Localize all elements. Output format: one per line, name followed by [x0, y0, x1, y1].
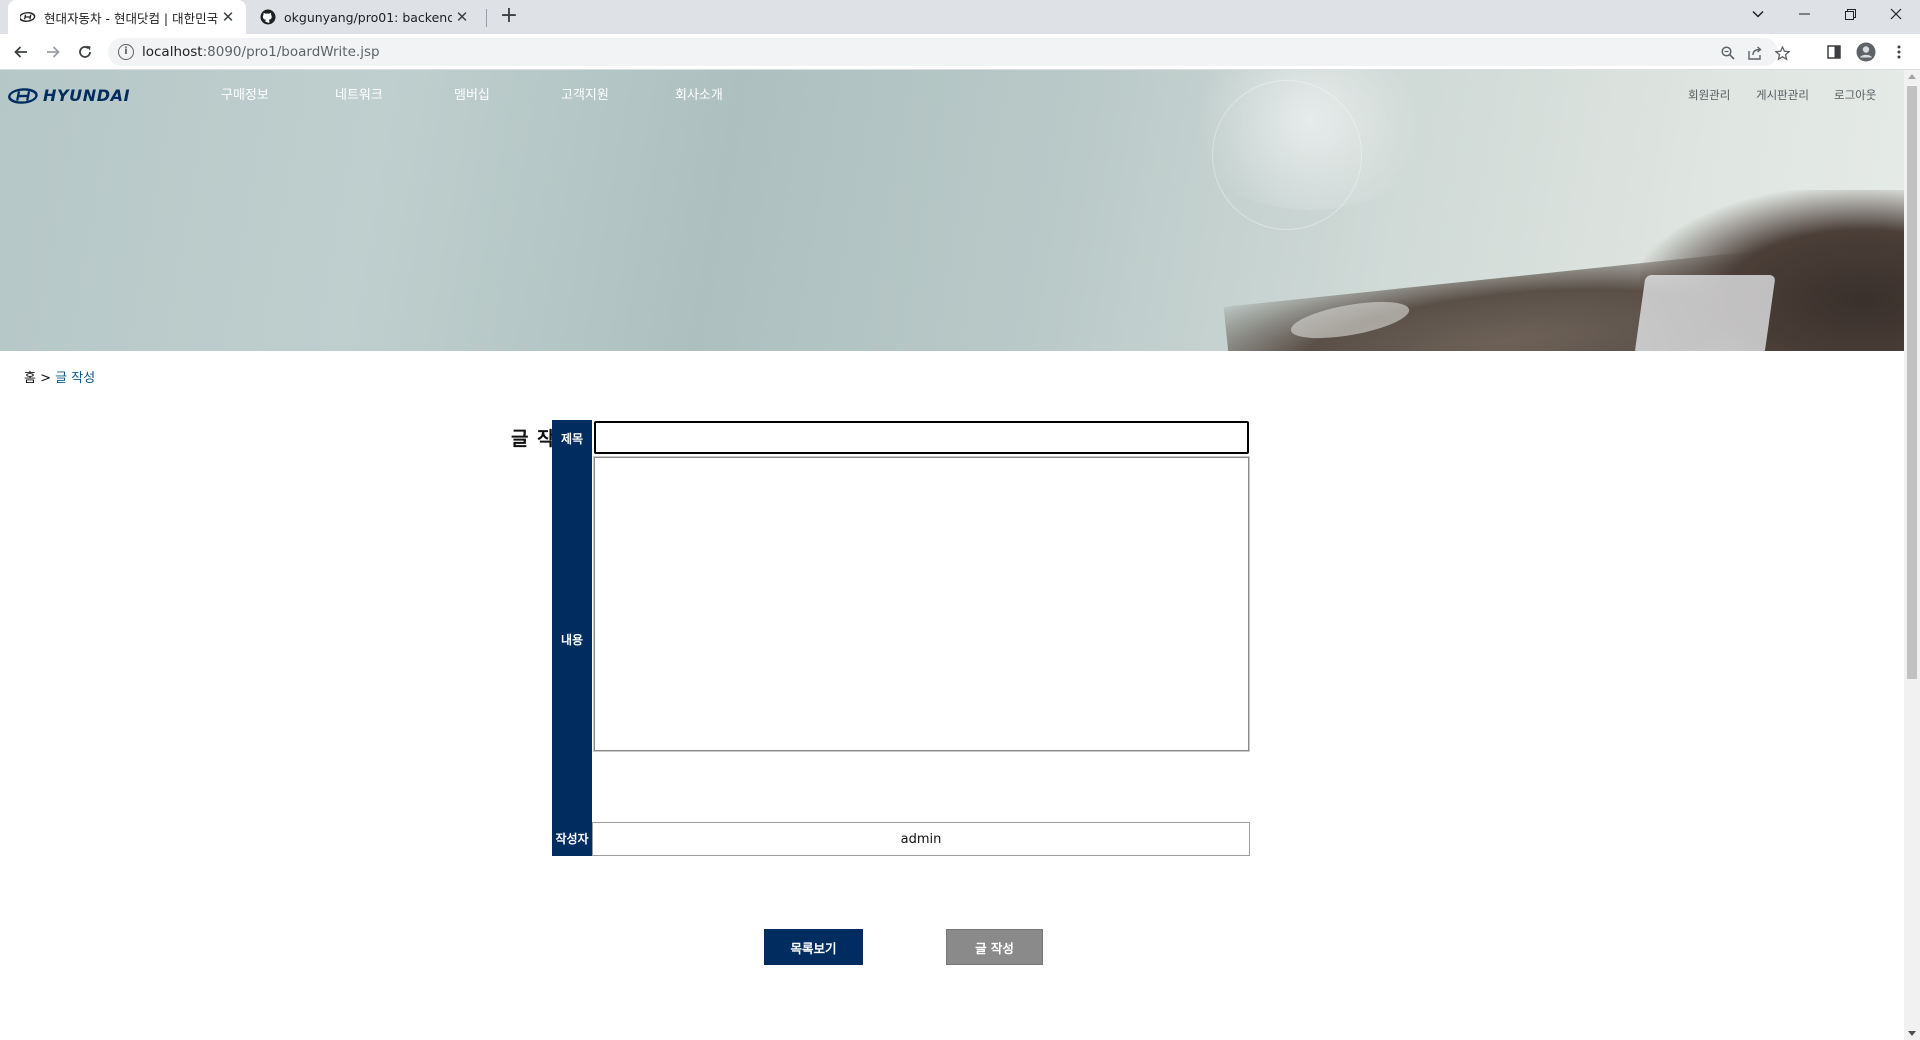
url-host: localhost — [142, 44, 203, 60]
hyundai-logo[interactable]: HYUNDAI — [8, 86, 130, 105]
write-submit-button[interactable]: 글 작성 — [946, 929, 1043, 965]
forward-arrow-icon[interactable] — [40, 39, 66, 65]
menu-kebab-icon[interactable] — [1888, 41, 1910, 63]
url-path: :8090/pro1/boardWrite.jsp — [202, 44, 380, 60]
close-tab-icon[interactable]: ✕ — [218, 7, 238, 27]
restore-icon[interactable] — [1828, 0, 1872, 28]
zoom-icon[interactable] — [1718, 43, 1738, 63]
reload-icon[interactable] — [72, 39, 98, 65]
close-tab-icon[interactable]: ✕ — [452, 7, 472, 27]
content-textarea[interactable] — [593, 456, 1250, 752]
content-label: 내용 — [552, 456, 592, 822]
browser-tab-active[interactable]: 현대자동차 - 현대닷컴 | 대한민국 ✕ — [8, 0, 246, 34]
writer-value: admin — [592, 822, 1250, 856]
scroll-down-arrow-icon[interactable] — [1908, 1031, 1916, 1036]
nav-item-membership[interactable]: 멤버십 — [454, 84, 490, 103]
title-input[interactable] — [594, 421, 1249, 454]
site-info-icon[interactable]: i — [118, 44, 134, 60]
util-link-member-admin[interactable]: 회원관리 — [1688, 87, 1730, 103]
new-tab-icon[interactable]: + — [496, 5, 522, 29]
hyundai-favicon-icon — [20, 9, 36, 25]
util-link-board-admin[interactable]: 게시판관리 — [1756, 87, 1809, 103]
breadcrumb-current: 글 작성 — [55, 371, 96, 386]
tab-title: 현대자동차 - 현대닷컴 | 대한민국 — [44, 10, 218, 26]
github-favicon-icon — [260, 9, 276, 25]
hero-cuff-shape — [1634, 275, 1776, 351]
share-icon[interactable] — [1745, 43, 1765, 63]
nav-item-customer-support[interactable]: 고객지원 — [561, 84, 609, 103]
tab-divider — [486, 9, 487, 27]
nav-item-company-intro[interactable]: 회사소개 — [675, 84, 723, 103]
hero-banner: HYUNDAI 구매정보 네트워크 멤버십 고객지원 회사소개 회원관리 게시판… — [0, 70, 1904, 351]
title-label: 제목 — [552, 420, 592, 456]
writer-label: 작성자 — [552, 820, 592, 856]
url-text[interactable]: localhost:8090/pro1/boardWrite.jsp — [142, 44, 380, 60]
browser-tab-inactive[interactable]: okgunyang/pro01: backend proj ✕ — [250, 0, 480, 34]
browser-toolbar: i localhost:8090/pro1/boardWrite.jsp — [0, 34, 1920, 70]
back-arrow-icon[interactable] — [8, 39, 34, 65]
tab-title: okgunyang/pro01: backend proj — [284, 9, 452, 25]
close-window-icon[interactable] — [1874, 0, 1918, 28]
scrollbar-thumb[interactable] — [1907, 86, 1917, 679]
nav-item-purchase-info[interactable]: 구매정보 — [221, 84, 269, 103]
board-write-form: 제목 내용 작성자 admin — [552, 420, 1250, 856]
page-scrollbar[interactable] — [1904, 70, 1920, 1040]
logo-text: HYUNDAI — [43, 86, 131, 105]
util-link-logout[interactable]: 로그아웃 — [1834, 87, 1876, 103]
breadcrumb: 홈 > 글 작성 — [24, 367, 95, 386]
breadcrumb-separator: > — [40, 371, 52, 386]
hyundai-emblem-icon — [8, 87, 38, 104]
minimize-icon[interactable] — [1782, 0, 1826, 28]
bookmark-star-icon[interactable] — [1772, 43, 1792, 63]
nav-item-network[interactable]: 네트워크 — [335, 84, 383, 103]
breadcrumb-home[interactable]: 홈 — [24, 371, 36, 386]
browser-tabstrip: 현대자동차 - 현대닷컴 | 대한민국 ✕ okgunyang/pro01: b… — [0, 0, 1920, 34]
list-view-button[interactable]: 목록보기 — [764, 929, 863, 965]
tab-search-chevron-icon[interactable] — [1736, 0, 1780, 28]
hero-lens-flare — [1212, 80, 1362, 230]
address-bar[interactable]: i localhost:8090/pro1/boardWrite.jsp — [108, 38, 1790, 66]
profile-avatar-icon[interactable] — [1855, 41, 1877, 63]
side-panel-icon[interactable] — [1823, 41, 1845, 63]
scroll-up-arrow-icon[interactable] — [1908, 74, 1916, 79]
